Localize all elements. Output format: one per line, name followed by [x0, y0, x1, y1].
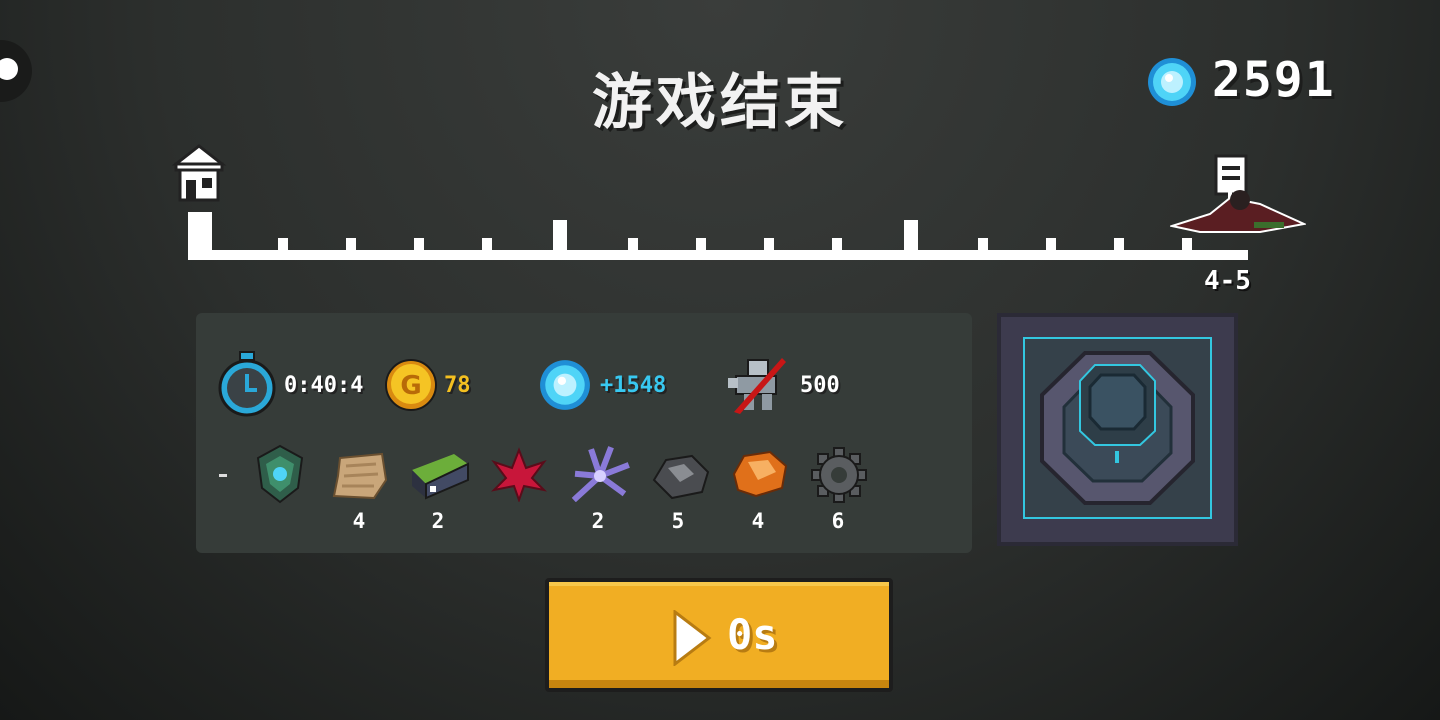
stage-label: 4-5	[1204, 266, 1251, 296]
track-tick	[978, 238, 988, 252]
boss-flag-icon	[1168, 152, 1308, 246]
cloth-scrap-icon	[330, 450, 390, 506]
portal-pedestal-icon	[1040, 351, 1195, 505]
play-icon	[673, 610, 712, 666]
portal-preview	[997, 313, 1238, 546]
stopwatch-icon	[216, 350, 278, 422]
track-tick	[278, 238, 288, 252]
blue-gem-icon	[538, 358, 592, 416]
red-leaf-icon	[490, 446, 548, 506]
kills-value: 500	[800, 373, 840, 398]
gold-value: 78	[444, 373, 471, 398]
gear-icon	[810, 446, 868, 508]
track-start-post	[188, 212, 212, 252]
gems-value: +1548	[600, 373, 667, 398]
track-tick	[764, 238, 774, 252]
track-tick	[414, 238, 424, 252]
track-tick	[346, 238, 356, 252]
item-count: 4	[352, 509, 366, 533]
item-count: 4	[751, 509, 765, 533]
dark-ore-icon	[650, 452, 712, 504]
countdown-label: 0s	[727, 610, 778, 659]
gold-coin-icon: G	[384, 358, 438, 416]
time-value: 0:40:4	[284, 373, 364, 398]
purple-crystal-icon	[570, 446, 630, 506]
track-milestone	[904, 220, 918, 252]
blue-gem-icon	[1146, 56, 1198, 112]
track-tick	[696, 238, 706, 252]
slain-enemy-icon	[724, 354, 790, 420]
gem-count: 2591	[1212, 52, 1336, 108]
item-count: 2	[591, 509, 605, 533]
track-tick	[1114, 238, 1124, 252]
orange-ore-icon	[730, 448, 790, 504]
track-tick	[482, 238, 492, 252]
home-icon	[170, 142, 228, 208]
svg-text:G: G	[400, 371, 421, 401]
track-tick	[832, 238, 842, 252]
item-count: 6	[831, 509, 845, 533]
dash-icon	[219, 474, 227, 477]
item-count: 2	[431, 509, 445, 533]
track-tick	[628, 238, 638, 252]
track-tick	[1046, 238, 1056, 252]
track-milestone	[553, 220, 567, 252]
battery-icon	[408, 450, 470, 504]
item-count: 5	[671, 509, 685, 533]
watch-ad-revive-button[interactable]: 0s	[545, 578, 893, 692]
green-armor-icon	[252, 444, 308, 508]
